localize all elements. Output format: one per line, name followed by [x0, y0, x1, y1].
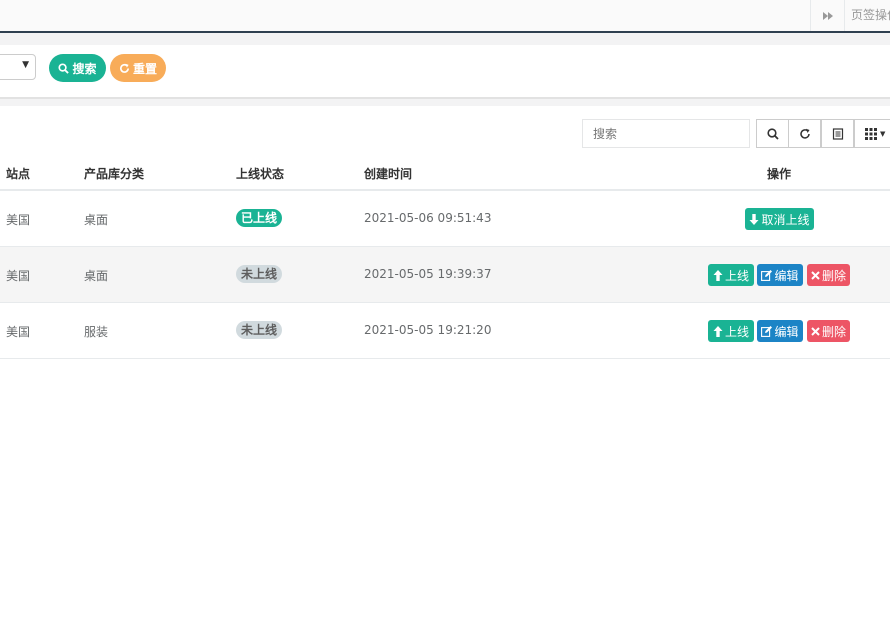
delete-button[interactable]: 删除 — [807, 264, 850, 286]
filter-select[interactable]: ▼ — [0, 54, 36, 80]
reset-button-label: 重置 — [132, 61, 157, 76]
edit-label: 编辑 — [774, 324, 799, 339]
search-button[interactable]: 搜索 — [49, 54, 106, 82]
header-actions: 操作 — [767, 167, 792, 181]
header-status[interactable]: 上线状态 — [236, 165, 284, 182]
close-icon — [811, 270, 820, 280]
edit-icon — [761, 325, 773, 337]
cell-category: 桌面 — [84, 269, 109, 283]
tab-bar: 页签操作 — [0, 0, 890, 33]
tab-scroll-right-button[interactable] — [810, 0, 844, 31]
edit-button[interactable]: 编辑 — [757, 264, 803, 286]
cell-category: 服装 — [84, 325, 109, 339]
close-icon — [811, 326, 820, 336]
edit-icon — [761, 269, 773, 281]
cell-site: 美国 — [6, 213, 31, 227]
caret-down-icon: ▼ — [22, 60, 29, 70]
table-header: 站点 产品库分类 上线状态 创建时间 操作 — [0, 153, 890, 191]
status-badge: 已上线 — [236, 209, 283, 227]
tab-operations-dropdown[interactable]: 页签操作 — [844, 0, 890, 31]
header-site[interactable]: 站点 — [6, 165, 30, 182]
cell-site: 美国 — [6, 325, 31, 339]
refresh-icon — [120, 63, 129, 73]
table-refresh-button[interactable] — [788, 119, 821, 148]
table-row: 美国 桌面 已上线 2021-05-06 09:51:43 取消上线 — [0, 191, 890, 247]
arrow-up-icon — [713, 325, 723, 337]
cell-created: 2021-05-05 19:39:37 — [364, 267, 492, 281]
arrow-up-icon — [713, 269, 723, 281]
cancel-online-button[interactable]: 取消上线 — [745, 208, 814, 230]
table-columns-dropdown-button[interactable]: ▼ — [854, 119, 890, 148]
table-row: 美国 桌面 未上线 2021-05-05 19:39:37 上线 编辑 删除 — [0, 247, 890, 303]
online-button[interactable]: 上线 — [708, 320, 754, 342]
list-icon — [832, 127, 843, 140]
grid-icon — [865, 127, 877, 140]
search-icon — [58, 62, 70, 74]
table-search-input[interactable] — [582, 119, 750, 148]
table-row: 美国 服装 未上线 2021-05-05 19:21:20 上线 编辑 删除 — [0, 303, 890, 359]
table-toggle-view-button[interactable] — [821, 119, 854, 148]
table-search-button[interactable] — [756, 119, 789, 148]
search-button-label: 搜索 — [72, 61, 97, 76]
reset-button[interactable]: 重置 — [110, 54, 166, 82]
online-label: 上线 — [724, 268, 749, 283]
cancel-online-label: 取消上线 — [761, 212, 810, 227]
online-label: 上线 — [724, 324, 749, 339]
edit-label: 编辑 — [774, 268, 799, 283]
delete-label: 删除 — [821, 324, 846, 339]
cell-created: 2021-05-06 09:51:43 — [364, 211, 492, 225]
search-icon — [766, 127, 779, 140]
table-panel: ▼ 站点 产品库分类 上线状态 创建时间 操作 美国 桌面 已上线 2021-0… — [0, 106, 890, 629]
caret-down-icon: ▼ — [880, 129, 886, 138]
status-badge: 未上线 — [236, 321, 283, 339]
double-chevron-right-icon — [822, 11, 833, 20]
cell-category: 桌面 — [84, 213, 109, 227]
delete-button[interactable]: 删除 — [807, 320, 850, 342]
cell-created: 2021-05-05 19:21:20 — [364, 323, 492, 337]
status-badge: 未上线 — [236, 265, 283, 283]
arrow-down-icon — [749, 213, 759, 225]
delete-label: 删除 — [821, 268, 846, 283]
refresh-icon — [799, 128, 810, 139]
header-category[interactable]: 产品库分类 — [84, 165, 144, 182]
header-created[interactable]: 创建时间 — [364, 165, 412, 182]
edit-button[interactable]: 编辑 — [757, 320, 803, 342]
online-button[interactable]: 上线 — [708, 264, 754, 286]
cell-site: 美国 — [6, 269, 31, 283]
search-form-panel: ▼ 搜索 重置 — [0, 45, 890, 99]
